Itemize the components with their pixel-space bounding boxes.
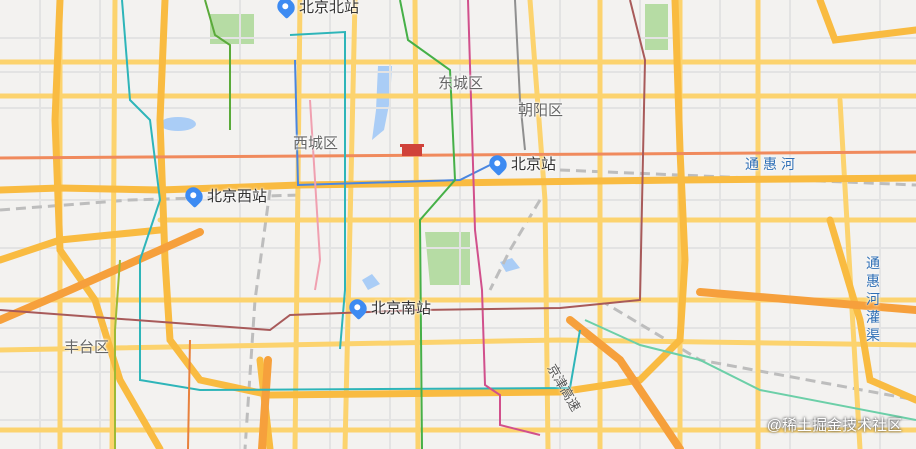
district-label-xicheng: 西城区 <box>293 135 339 152</box>
station-beijing-south[interactable]: 北京南站 <box>345 295 432 320</box>
station-beijing-west[interactable]: 北京西站 <box>181 183 268 208</box>
district-label-fengtai: 丰台区 <box>64 339 110 356</box>
station-pin-icon <box>345 295 371 320</box>
lake-area <box>500 258 520 272</box>
watermark-text: @稀土掘金技术社区 <box>766 417 902 434</box>
station-label: 北京北站 <box>299 0 360 16</box>
station-label: 北京南站 <box>371 300 432 317</box>
tiananmen-icon <box>400 144 424 156</box>
district-label-dongcheng: 东城区 <box>438 75 484 92</box>
station-pin-icon <box>181 183 207 208</box>
lake-area <box>160 117 196 131</box>
river-label-tonghui: 通惠河 <box>745 156 799 172</box>
station-pin-icon <box>485 151 511 176</box>
watermark: @稀土掘金技术社区 <box>767 414 902 435</box>
canal-label-tonghui: 通惠河灌渠 <box>866 255 880 343</box>
station-beijing-north[interactable]: 北京北站 <box>273 0 360 19</box>
park-area <box>425 232 470 285</box>
map-roads-layer <box>0 0 916 449</box>
station-label: 北京站 <box>511 156 557 173</box>
map-canvas[interactable]: 东城区 西城区 朝阳区 丰台区 北京北站 北京站 北京西站 北京南站 通惠河 通… <box>0 0 916 449</box>
park-area <box>210 14 254 44</box>
park-area <box>645 4 668 50</box>
station-beijing-main[interactable]: 北京站 <box>485 151 557 176</box>
district-label-chaoyang: 朝阳区 <box>518 102 564 119</box>
station-label: 北京西站 <box>207 188 268 205</box>
lake-area <box>362 274 380 290</box>
station-pin-icon <box>273 0 299 19</box>
